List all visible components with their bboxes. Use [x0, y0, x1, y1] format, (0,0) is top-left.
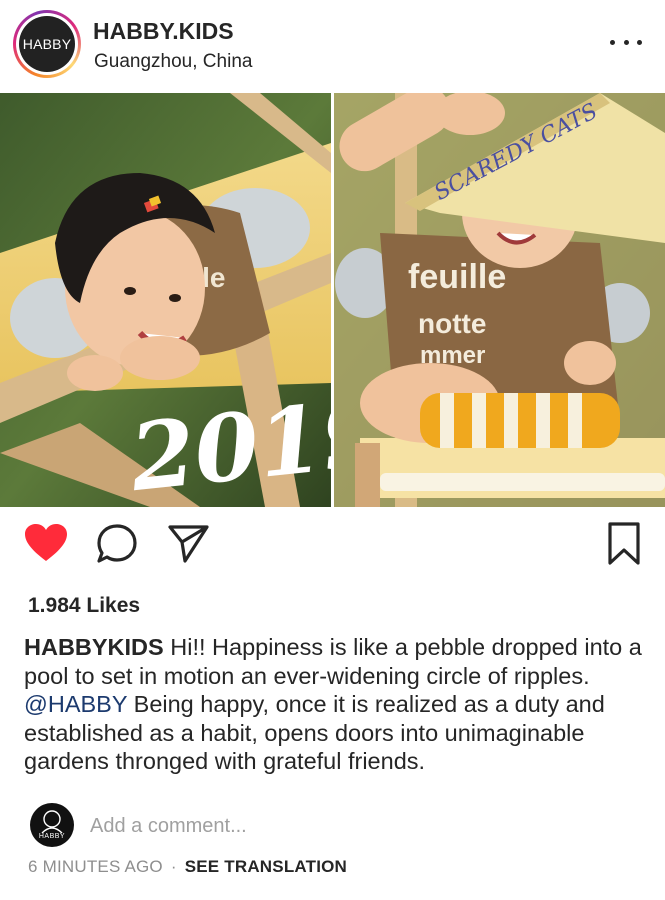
heart-filled-icon[interactable] [24, 523, 68, 563]
commenter-avatar-text: HABBY [38, 833, 66, 840]
action-bar [0, 515, 665, 577]
caption-username[interactable]: HABBYKIDS [24, 634, 164, 660]
right-photo: feuille notte mmer SCAREDY CATS [334, 93, 665, 507]
location[interactable]: Guangzhou, China [94, 51, 252, 73]
meta-separator: · [170, 857, 177, 876]
likes-count[interactable]: 1.984 Likes [28, 594, 140, 618]
post-caption: HABBYKIDS Hi!! Happiness is like a pebbl… [24, 633, 649, 776]
bookmark-icon[interactable] [607, 521, 641, 567]
commenter-avatar: HABBY [30, 803, 74, 847]
post-time: 6 MINUTES AGO [28, 857, 163, 876]
caption-mention[interactable]: @HABBY [24, 691, 127, 717]
striped-socks [420, 393, 620, 448]
send-icon[interactable] [168, 523, 210, 563]
post-header: HABBY HABBY.KIDS Guangzhou, China [0, 0, 665, 92]
post-meta: 6 MINUTES AGO · SEE TRANSLATION [28, 857, 347, 877]
comment-row: HABBY Add a comment... [0, 800, 665, 850]
avatar-logo-text: HABBY [19, 16, 75, 72]
profile-avatar[interactable]: HABBY [13, 10, 81, 78]
more-horizontal-icon[interactable] [610, 30, 642, 54]
comment-icon[interactable] [96, 523, 138, 565]
see-translation-link[interactable]: SEE TRANSLATION [185, 857, 347, 876]
post-photo-illustration: dle 2019 feuille notte mmer SCAREDY CATS [0, 93, 665, 507]
post-image[interactable]: dle 2019 feuille notte mmer SCAREDY CATS [0, 93, 665, 507]
right-shirt-line-2: notte [418, 308, 486, 339]
username[interactable]: HABBY.KIDS [93, 18, 234, 45]
add-comment-input[interactable]: Add a comment... [90, 815, 247, 838]
avatar-illustration [41, 810, 63, 834]
right-shirt-line-1: feuille [408, 258, 506, 296]
